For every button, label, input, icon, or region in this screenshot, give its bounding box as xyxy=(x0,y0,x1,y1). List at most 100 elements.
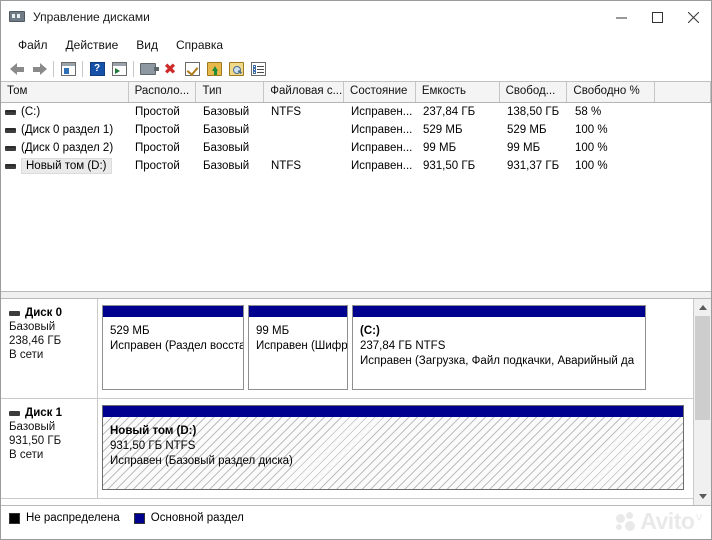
volume-capacity-cell: 237,84 ГБ xyxy=(423,106,476,118)
disk-drive-icon xyxy=(9,9,25,25)
partition-status-label: Исправен (Базовый раздел диска) xyxy=(110,455,293,467)
volume-name-label: (Диск 0 раздел 2) xyxy=(21,142,114,154)
legend-swatch-unallocated xyxy=(9,512,20,524)
menu-item-view[interactable]: Вид xyxy=(127,36,167,54)
column-header-capacity[interactable]: Емкость xyxy=(415,82,500,102)
partition-color-bar xyxy=(249,306,347,317)
column-header-volume[interactable]: Том xyxy=(1,82,129,102)
window-controls xyxy=(603,1,711,33)
volume-free-cell: 529 МБ xyxy=(507,124,547,136)
volume-free-percent-cell: 100 % xyxy=(575,160,608,172)
partition-label: Новый том (D:) xyxy=(110,425,197,437)
show-action-pane-icon[interactable] xyxy=(108,59,130,79)
volume-status-cell: Исправен... xyxy=(351,142,413,154)
delete-icon[interactable]: ✖ xyxy=(159,59,181,79)
volume-name-cell[interactable]: (Диск 0 раздел 2) xyxy=(1,142,129,154)
legend-label-unallocated: Не распределена xyxy=(26,512,120,524)
volume-free-cell: 99 МБ xyxy=(507,142,541,154)
volume-free-cell: 138,50 ГБ xyxy=(507,106,560,118)
table-row[interactable]: (Диск 0 раздел 2) Простой Базовый Исправ… xyxy=(1,139,711,157)
partition-label: (C:) xyxy=(360,325,380,337)
show-hide-console-tree-icon[interactable] xyxy=(57,59,79,79)
partition-block[interactable]: 529 МБ Исправен (Раздел восста xyxy=(102,305,244,390)
disk-status-label: В сети xyxy=(9,349,44,361)
volume-filesystem-cell: NTFS xyxy=(271,106,302,118)
legend-item-primary-partition: Основной раздел xyxy=(133,512,244,524)
disk-title-1: Диск 1 xyxy=(9,407,97,419)
column-header-free[interactable]: Свобод... xyxy=(499,82,568,102)
volume-icon xyxy=(5,145,16,151)
graphical-view-scrollbar[interactable] xyxy=(693,299,711,505)
disk-info-0[interactable]: Диск 0 Базовый 238,46 ГБ В сети xyxy=(1,299,98,398)
rescan-disks-icon[interactable] xyxy=(137,59,159,79)
explore-icon[interactable] xyxy=(225,59,247,79)
partition-size-label: 529 МБ xyxy=(110,325,150,337)
disk-partitions-0: 529 МБ Исправен (Раздел восста 99 МБ Исп… xyxy=(98,299,693,398)
volume-name-cell[interactable]: (Диск 0 раздел 1) xyxy=(1,124,129,136)
back-arrow-icon[interactable] xyxy=(6,59,28,79)
scroll-up-icon[interactable] xyxy=(694,299,711,316)
partition-size-label: 931,50 ГБ NTFS xyxy=(110,440,196,452)
column-header-filesystem[interactable]: Файловая с... xyxy=(264,82,345,102)
toolbar-separator xyxy=(82,61,83,77)
toolbar: ? ✖ xyxy=(1,57,711,82)
volume-name-label: (C:) xyxy=(21,106,41,118)
volume-icon xyxy=(5,127,16,133)
menu-item-action[interactable]: Действие xyxy=(57,36,128,54)
volume-capacity-cell: 529 МБ xyxy=(423,124,463,136)
partition-block[interactable]: 99 МБ Исправен (Шифр xyxy=(248,305,348,390)
volume-status-cell: Исправен... xyxy=(351,124,413,136)
partition-body: (C:) 237,84 ГБ NTFS Исправен (Загрузка, … xyxy=(353,317,645,389)
volume-name-cell[interactable]: (C:) xyxy=(1,106,129,118)
open-folder-icon[interactable] xyxy=(203,59,225,79)
partition-block[interactable]: (C:) 237,84 ГБ NTFS Исправен (Загрузка, … xyxy=(352,305,646,390)
table-row[interactable]: Новый том (D:) Простой Базовый NTFS Испр… xyxy=(1,157,711,175)
scrollbar-track[interactable] xyxy=(694,316,711,488)
scrollbar-thumb[interactable] xyxy=(695,316,710,420)
close-icon[interactable] xyxy=(675,1,711,33)
disk-status-label: В сети xyxy=(9,449,44,461)
properties-icon[interactable] xyxy=(181,59,203,79)
volume-status-cell: Исправен... xyxy=(351,106,413,118)
volume-name-cell[interactable]: Новый том (D:) xyxy=(1,158,129,174)
disk-row-0: Диск 0 Базовый 238,46 ГБ В сети 529 МБ И… xyxy=(1,299,693,399)
menu-bar: Файл Действие Вид Справка xyxy=(1,33,711,57)
graphical-view-content: Диск 0 Базовый 238,46 ГБ В сети 529 МБ И… xyxy=(1,299,693,505)
volume-list-header: Том Располо... Тип Файловая с... Состоян… xyxy=(1,82,711,103)
partition-body: Новый том (D:) 931,50 ГБ NTFS Исправен (… xyxy=(103,417,683,489)
partition-status-label: Исправен (Раздел восста xyxy=(110,340,243,352)
partition-color-bar xyxy=(103,406,683,417)
help-icon[interactable]: ? xyxy=(86,59,108,79)
partition-block[interactable]: Новый том (D:) 931,50 ГБ NTFS Исправен (… xyxy=(102,405,684,490)
column-header-filler[interactable] xyxy=(655,82,711,102)
disk-icon xyxy=(9,310,20,316)
list-view-icon[interactable] xyxy=(247,59,269,79)
menu-item-help[interactable]: Справка xyxy=(167,36,232,54)
volume-filesystem-cell: NTFS xyxy=(271,160,302,172)
volume-name-label: (Диск 0 раздел 1) xyxy=(21,124,114,136)
volume-type-cell: Базовый xyxy=(203,160,250,172)
pane-splitter[interactable] xyxy=(1,291,711,299)
column-header-free-percent[interactable]: Свободно % xyxy=(567,82,656,102)
menu-item-file[interactable]: Файл xyxy=(9,36,57,54)
disk-size-label: 238,46 ГБ xyxy=(9,335,62,347)
column-header-layout[interactable]: Располо... xyxy=(128,82,197,102)
table-row[interactable]: (C:) Простой Базовый NTFS Исправен... 23… xyxy=(1,103,711,121)
legend-bar: Не распределена Основной раздел xyxy=(1,505,711,530)
volume-type-cell: Базовый xyxy=(203,106,250,118)
maximize-icon[interactable] xyxy=(639,1,675,33)
column-header-status[interactable]: Состояние xyxy=(344,82,416,102)
volume-list-pane: Том Располо... Тип Файловая с... Состоян… xyxy=(1,82,711,291)
disk-title-label: Диск 0 xyxy=(25,307,63,319)
table-row[interactable]: (Диск 0 раздел 1) Простой Базовый Исправ… xyxy=(1,121,711,139)
forward-arrow-icon[interactable] xyxy=(28,59,50,79)
disk-title-0: Диск 0 xyxy=(9,307,97,319)
column-header-type[interactable]: Тип xyxy=(196,82,265,102)
toolbar-separator xyxy=(133,61,134,77)
volume-free-cell: 931,37 ГБ xyxy=(507,160,560,172)
minimize-icon[interactable] xyxy=(603,1,639,33)
window-title: Управление дисками xyxy=(33,10,150,24)
scroll-down-icon[interactable] xyxy=(694,488,711,505)
disk-info-1[interactable]: Диск 1 Базовый 931,50 ГБ В сети xyxy=(1,399,98,498)
disk-management-window: Управление дисками Файл Действие Вид Спр… xyxy=(0,0,712,540)
